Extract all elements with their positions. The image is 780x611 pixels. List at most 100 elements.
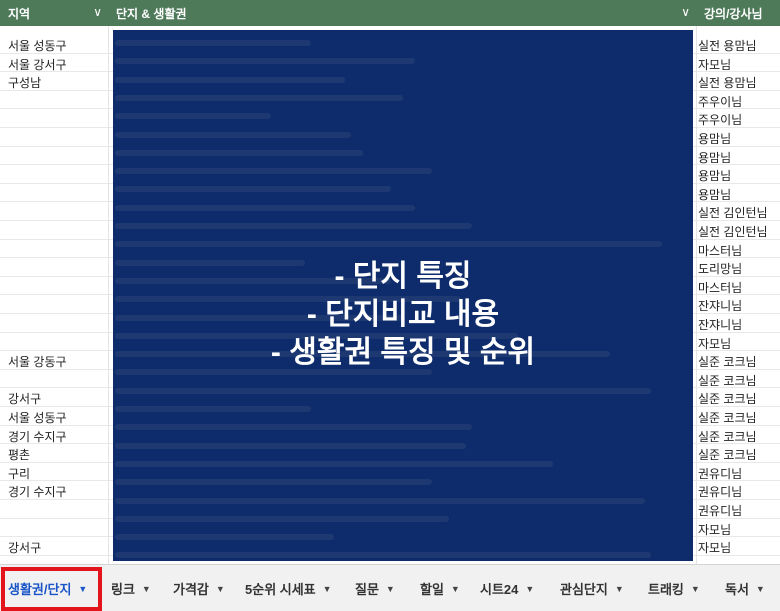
column-header-region-label: 지역	[8, 6, 31, 21]
obscured-text-line	[115, 552, 651, 559]
cell-lecturer[interactable]: 잔쟈니님	[698, 297, 780, 314]
caret-down-icon[interactable]: ▼	[525, 584, 534, 594]
sheet-tab-label: 가격감	[173, 582, 209, 597]
overlay-line: - 단지 특징	[334, 260, 472, 293]
column-header-lecturer[interactable]: 강의/강사님	[696, 0, 780, 26]
cell-region[interactable]: 서울 성동구	[8, 37, 108, 54]
obscured-text-line	[115, 58, 415, 65]
obscured-text-line	[115, 76, 346, 83]
cell-lecturer[interactable]: 실전 용맘님	[698, 37, 780, 54]
cell-lecturer[interactable]: 권유디님	[698, 465, 780, 482]
cell-lecturer[interactable]: 용맘님	[698, 186, 780, 203]
sheet-tab[interactable]: 트래킹 ▼	[648, 565, 700, 611]
obscured-text-line	[115, 497, 645, 504]
cell-region[interactable]: 평촌	[8, 446, 108, 463]
cell-lecturer[interactable]: 마스터님	[698, 279, 780, 296]
column-divider	[108, 26, 109, 564]
obscured-text-line	[115, 113, 271, 120]
column-header-complex[interactable]: 단지 & 생활권 ∨	[108, 0, 696, 26]
obscured-text-line	[115, 442, 467, 449]
caret-down-icon[interactable]: ▼	[756, 584, 765, 594]
obscured-text-line	[115, 406, 311, 412]
sheet-tab[interactable]: 할일 ▼	[420, 565, 460, 611]
obscured-text-line	[115, 387, 651, 394]
cell-region[interactable]: 강서구	[8, 539, 108, 556]
caret-down-icon[interactable]: ▼	[691, 584, 700, 594]
cell-region[interactable]: 서울 강서구	[8, 56, 108, 73]
caret-down-icon[interactable]: ▼	[142, 584, 151, 594]
sheet-tab[interactable]: 독서 ▼	[725, 565, 765, 611]
obscured-text-line	[115, 515, 450, 522]
sheet-tab[interactable]: 링크 ▼	[111, 565, 151, 611]
obscured-text-line	[115, 186, 392, 193]
obscured-text-line	[115, 534, 334, 541]
sheet-tab[interactable]: 관심단지 ▼	[560, 565, 624, 611]
sheet-tab-label: 할일	[420, 582, 444, 597]
cell-region[interactable]: 서울 성동구	[8, 409, 108, 426]
cell-lecturer[interactable]: 자모님	[698, 521, 780, 538]
obscured-text-line	[115, 149, 363, 156]
highlight-box	[1, 567, 102, 611]
obscured-text-line	[115, 131, 352, 138]
caret-down-icon[interactable]: ▼	[323, 584, 332, 594]
column-header-bar: 지역 ∨ 단지 & 생활권 ∨ 강의/강사님	[0, 0, 780, 26]
sheet-tab-label: 질문	[355, 582, 379, 597]
cell-lecturer[interactable]: 실준 코크님	[698, 353, 780, 370]
cell-lecturer[interactable]: 자모님	[698, 335, 780, 352]
cell-region[interactable]: 구리	[8, 465, 108, 482]
cell-region[interactable]: 서울 강동구	[8, 353, 108, 370]
sheet-tab[interactable]: 시트24 ▼	[480, 565, 534, 611]
cell-region[interactable]: 구성남	[8, 74, 108, 91]
cell-lecturer[interactable]: 주우이님	[698, 111, 780, 128]
obscured-text-line	[115, 241, 663, 248]
cell-lecturer[interactable]: 실전 김인턴님	[698, 223, 780, 240]
cell-lecturer[interactable]: 용맘님	[698, 167, 780, 184]
caret-down-icon[interactable]: ▼	[451, 584, 460, 594]
cell-lecturer[interactable]: 실준 코크님	[698, 428, 780, 445]
cell-lecturer[interactable]: 용맘님	[698, 149, 780, 166]
cell-region[interactable]: 강서구	[8, 390, 108, 407]
sheet-tab[interactable]: 5순위 시세표 ▼	[245, 565, 332, 611]
cell-lecturer[interactable]: 자모님	[698, 539, 780, 556]
obscured-text-line	[115, 424, 473, 431]
cell-lecturer[interactable]: 실준 코크님	[698, 372, 780, 389]
cell-lecturer[interactable]: 실전 용맘님	[698, 74, 780, 91]
overlay-line: - 생활권 특징 및 순위	[270, 336, 536, 369]
chevron-down-icon[interactable]: ∨	[681, 5, 690, 19]
column-header-region[interactable]: 지역 ∨	[0, 0, 108, 26]
cell-lecturer[interactable]: 잔쟈니님	[698, 316, 780, 333]
cell-lecturer[interactable]: 실준 코크님	[698, 390, 780, 407]
cell-lecturer[interactable]: 마스터님	[698, 242, 780, 259]
cell-lecturer[interactable]: 실전 김인턴님	[698, 204, 780, 221]
obscured-text-line	[115, 168, 432, 175]
sheet-tab-label: 시트24	[480, 582, 519, 597]
column-header-complex-label: 단지 & 생활권	[116, 6, 187, 21]
cell-lecturer[interactable]: 주우이님	[698, 93, 780, 110]
obscured-text-line	[115, 223, 473, 229]
cell-lecturer[interactable]: 실준 코크님	[698, 409, 780, 426]
sheet-tab[interactable]: 질문 ▼	[355, 565, 395, 611]
cell-lecturer[interactable]: 실준 코크님	[698, 446, 780, 463]
cell-lecturer[interactable]: 용맘님	[698, 130, 780, 147]
sheet-tab-label: 관심단지	[560, 582, 608, 597]
caret-down-icon[interactable]: ▼	[615, 584, 624, 594]
chevron-down-icon[interactable]: ∨	[93, 5, 102, 19]
column-header-lecturer-label: 강의/강사님	[704, 6, 763, 21]
sheet-tab[interactable]: 가격감 ▼	[173, 565, 225, 611]
cell-region[interactable]: 경기 수지구	[8, 483, 108, 500]
cell-lecturer[interactable]: 권유디님	[698, 502, 780, 519]
obscured-text-line	[115, 40, 311, 46]
obscured-text-line	[115, 94, 403, 101]
content-overlay-box: - 단지 특징 - 단지비교 내용 - 생활권 특징 및 순위	[113, 30, 693, 561]
cell-lecturer[interactable]: 자모님	[698, 56, 780, 73]
sheet-tab-bar: 생활권/단지 ▼ 링크 ▼ 가격감 ▼ 5순위 시세표 ▼ 질문 ▼ 할일 ▼ 시트24 ▼ 관심단지 ▼ 트래…	[0, 564, 780, 611]
sheet-tab-label: 트래킹	[648, 582, 684, 597]
caret-down-icon[interactable]: ▼	[216, 584, 225, 594]
obscured-text-line	[115, 460, 553, 467]
cell-region[interactable]: 경기 수지구	[8, 428, 108, 445]
sheet-tab-label: 독서	[725, 582, 749, 597]
column-divider	[696, 26, 697, 564]
cell-lecturer[interactable]: 권유디님	[698, 483, 780, 500]
cell-lecturer[interactable]: 도리망님	[698, 260, 780, 277]
caret-down-icon[interactable]: ▼	[386, 584, 395, 594]
